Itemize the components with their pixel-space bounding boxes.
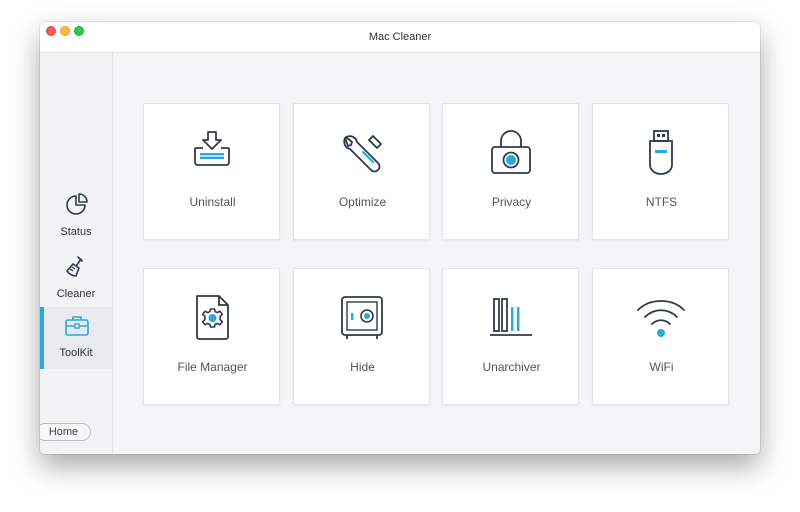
card-label: Hide <box>350 360 375 374</box>
file-gear-icon <box>196 295 229 340</box>
card-label: WiFi <box>649 360 674 374</box>
sidebar: Status Cleaner ToolKit Home <box>40 53 113 454</box>
safe-icon <box>341 296 383 339</box>
sidebar-item-label: Cleaner <box>56 288 96 300</box>
broom-icon <box>66 256 83 277</box>
titlebar: Mac Cleaner <box>40 22 760 53</box>
uninstall-icon <box>194 131 230 166</box>
card-wifi[interactable]: WiFi <box>592 268 729 405</box>
card-label: NTFS <box>645 195 678 209</box>
card-label: Uninstall <box>189 195 236 209</box>
card-hide[interactable]: Hide <box>293 268 430 405</box>
sidebar-item-toolkit[interactable]: ToolKit <box>40 307 112 369</box>
wifi-icon <box>637 300 685 337</box>
card-label: Optimize <box>338 195 387 209</box>
card-file-manager[interactable]: File Manager <box>143 268 280 405</box>
toolkit-grid: Uninstall Optimize Privacy NTFS File Man… <box>113 53 760 454</box>
card-uninstall[interactable]: Uninstall <box>143 103 280 240</box>
sidebar-item-cleaner[interactable]: Cleaner <box>40 248 112 310</box>
sidebar-item-status[interactable]: Status <box>40 186 112 248</box>
card-optimize[interactable]: Optimize <box>293 103 430 240</box>
app-window: Mac Cleaner Status Cleaner ToolKit Home … <box>40 22 760 454</box>
card-unarchiver[interactable]: Unarchiver <box>442 268 579 405</box>
sidebar-item-label: Status <box>60 226 92 238</box>
wrench-icon <box>343 135 382 173</box>
toolbox-icon <box>65 316 89 336</box>
window-title: Mac Cleaner <box>368 31 432 43</box>
card-privacy[interactable]: Privacy <box>442 103 579 240</box>
archive-icon <box>490 298 532 336</box>
card-ntfs[interactable]: NTFS <box>592 103 729 240</box>
home-button[interactable]: Home <box>40 423 91 441</box>
lock-icon <box>491 130 531 174</box>
card-label: Unarchiver <box>482 360 541 374</box>
sidebar-item-label: ToolKit <box>59 347 93 359</box>
card-label: Privacy <box>491 195 532 209</box>
pie-chart-icon <box>66 193 88 215</box>
card-label: File Manager <box>177 360 248 374</box>
usb-drive-icon <box>649 130 673 175</box>
